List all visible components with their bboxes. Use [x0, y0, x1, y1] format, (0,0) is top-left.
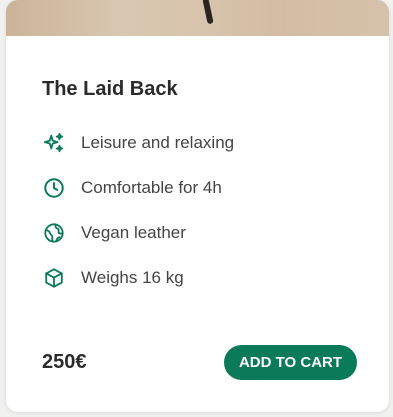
feature-item: Weighs 16 kg: [42, 265, 234, 291]
feature-label: Vegan leather: [81, 223, 186, 242]
feature-item: Vegan leather: [42, 220, 234, 246]
product-image: [6, 0, 389, 36]
product-price: 250€: [42, 351, 87, 373]
image-highlight: [269, 0, 389, 36]
add-to-cart-button[interactable]: ADD TO CART: [224, 345, 357, 380]
feature-list: Leisure and relaxing Comfortable for 4h: [42, 130, 234, 310]
feature-item: Leisure and relaxing: [42, 130, 234, 156]
feature-item: Comfortable for 4h: [42, 175, 234, 201]
clock-icon: [42, 176, 66, 200]
product-card: The Laid Back Leisure and relaxing Comfo…: [6, 0, 389, 412]
globe-icon: [42, 221, 66, 245]
chair-leg-image-detail: [202, 0, 214, 25]
sparkles-icon: [42, 131, 66, 155]
feature-label: Comfortable for 4h: [81, 178, 222, 197]
feature-label: Weighs 16 kg: [81, 268, 184, 287]
feature-label: Leisure and relaxing: [81, 133, 235, 152]
cube-icon: [42, 266, 66, 290]
product-title: The Laid Back: [42, 78, 178, 100]
